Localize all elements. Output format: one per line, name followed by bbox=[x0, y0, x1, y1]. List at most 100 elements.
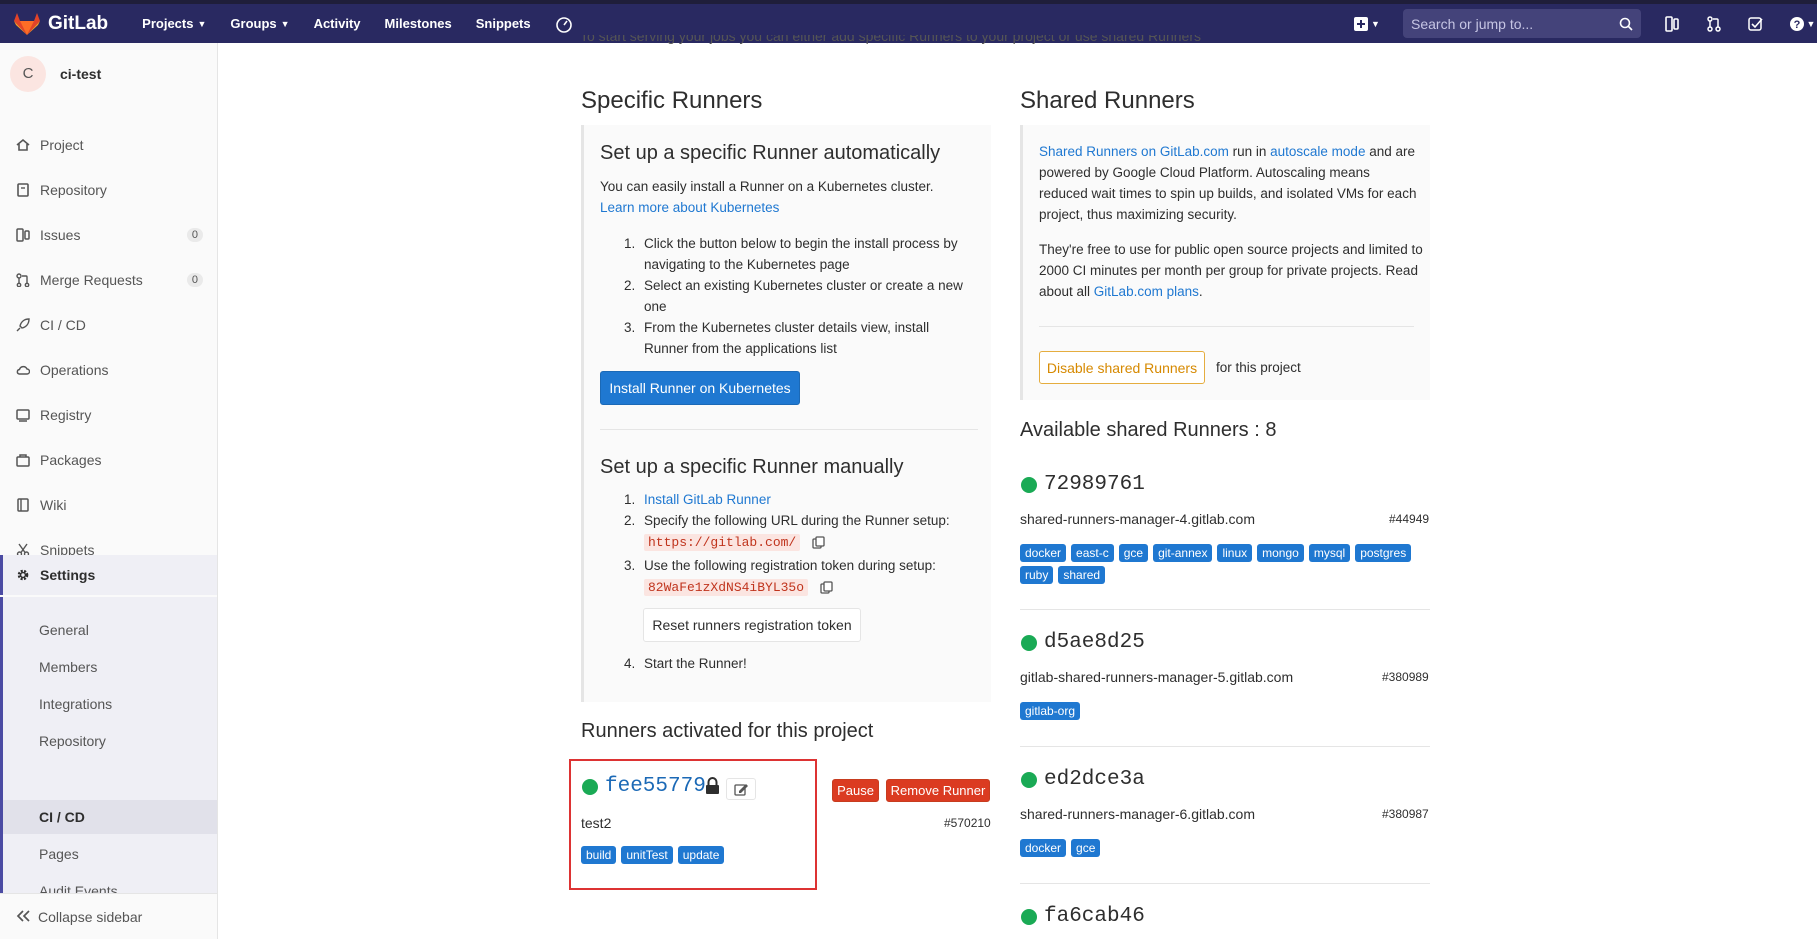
container-icon bbox=[15, 407, 31, 423]
gitlab-home-link[interactable]: GitLab bbox=[14, 12, 108, 36]
text-fragment: . bbox=[1198, 284, 1203, 299]
todos-nav-icon[interactable] bbox=[1745, 13, 1767, 35]
gitlab-plans-link[interactable]: GitLab.com plans bbox=[1094, 284, 1199, 299]
submenu-repository[interactable]: Repository bbox=[39, 731, 106, 751]
sidebar-item-label: Issues bbox=[40, 227, 81, 243]
list-item: 82WaFe1zXdNS4iBYL35o bbox=[624, 576, 976, 598]
edit-runner-button[interactable] bbox=[726, 778, 756, 800]
shared-runner-description: gitlab-shared-runners-manager-5.gitlab.c… bbox=[1020, 669, 1294, 685]
runner-tag: ruby bbox=[1020, 566, 1054, 584]
chevron-down-icon: ▼ bbox=[1806, 18, 1816, 29]
sidebar-project-header[interactable]: C ci-test bbox=[0, 43, 217, 104]
auto-setup-heading: Set up a specific Runner automatically bbox=[600, 142, 941, 164]
auto-setup-text: You can easily install a Runner on a Kub… bbox=[600, 176, 980, 218]
auto-setup-desc: You can easily install a Runner on a Kub… bbox=[600, 179, 934, 194]
merge-requests-nav-icon[interactable] bbox=[1703, 13, 1725, 35]
autoscale-mode-link[interactable]: autoscale mode bbox=[1270, 144, 1365, 159]
runner-tag: git-annex bbox=[1153, 544, 1213, 562]
disable-suffix-text: for this project bbox=[1216, 360, 1301, 375]
nav-groups[interactable]: Groups ▼ bbox=[230, 16, 289, 31]
runner-tag: update bbox=[677, 846, 725, 864]
runner-status-online-icon bbox=[1021, 772, 1037, 788]
submenu-members[interactable]: Members bbox=[39, 657, 97, 677]
runner-tag: linux bbox=[1217, 544, 1253, 562]
shared-runners-link[interactable]: Shared Runners on GitLab.com bbox=[1039, 144, 1229, 159]
shared-runner-description: shared-runners-manager-6.gitlab.com bbox=[1020, 806, 1255, 822]
new-item-icon[interactable]: ▼ bbox=[1351, 13, 1383, 35]
sidebar-item-wiki[interactable]: Wiki bbox=[0, 485, 217, 525]
step-text: Use the following registration token dur… bbox=[644, 558, 936, 573]
reset-registration-token-button[interactable]: Reset runners registration token bbox=[643, 608, 861, 642]
submenu-ci-cd[interactable]: CI / CD bbox=[39, 807, 85, 827]
divider bbox=[600, 429, 978, 430]
step-text: From the Kubernetes cluster details view… bbox=[644, 320, 930, 356]
brand-name: GitLab bbox=[48, 12, 109, 34]
nav-snippets[interactable]: Snippets bbox=[476, 16, 531, 31]
sidebar-item-issues[interactable]: Issues 0 bbox=[0, 215, 217, 255]
sidebar-item-merge-requests[interactable]: Merge Requests 0 bbox=[0, 260, 217, 300]
issues-icon bbox=[15, 227, 31, 243]
sidebar-item-settings[interactable]: Settings bbox=[0, 555, 217, 595]
disable-shared-runners-button[interactable]: Disable shared Runners bbox=[1039, 351, 1205, 384]
install-gitlab-runner-link[interactable]: Install GitLab Runner bbox=[644, 492, 771, 507]
sidebar-item-project[interactable]: Project bbox=[0, 125, 217, 165]
install-runner-kubernetes-button[interactable]: Install Runner on Kubernetes bbox=[600, 371, 800, 405]
runner-tag: mongo bbox=[1257, 544, 1304, 562]
sidebar-item-repository[interactable]: Repository bbox=[0, 170, 217, 210]
learn-kubernetes-link[interactable]: Learn more about Kubernetes bbox=[600, 200, 779, 215]
nav-activity[interactable]: Activity bbox=[314, 16, 361, 31]
merge-icon bbox=[15, 272, 31, 288]
activated-runner-id-link[interactable]: fee55779 bbox=[605, 775, 706, 798]
home-icon bbox=[15, 137, 31, 153]
list-item: 4. Start the Runner! bbox=[624, 656, 747, 671]
runner-tag: docker bbox=[1020, 544, 1067, 562]
nav-projects[interactable]: Projects ▼ bbox=[142, 16, 206, 31]
activated-runners-title: Runners activated for this project bbox=[581, 720, 874, 742]
divider bbox=[1020, 746, 1430, 747]
shared-runner-number: #44949 bbox=[1389, 512, 1430, 526]
doc-icon bbox=[15, 182, 31, 198]
runner-tag: gce bbox=[1071, 839, 1101, 857]
runner-tag: gitlab-org bbox=[1020, 702, 1081, 720]
shared-runner-tags: docker east-c gce git-annex linux mongo … bbox=[1020, 544, 1430, 588]
nav-projects-label: Projects bbox=[142, 16, 194, 31]
chevron-down-icon: ▼ bbox=[280, 18, 290, 29]
issues-nav-icon[interactable] bbox=[1661, 13, 1683, 35]
submenu-integrations[interactable]: Integrations bbox=[39, 694, 112, 714]
sidebar-item-label: Repository bbox=[40, 182, 107, 198]
submenu-pages[interactable]: Pages bbox=[39, 844, 79, 864]
copy-icon[interactable] bbox=[812, 536, 825, 549]
step-text: Specify the following URL during the Run… bbox=[644, 513, 950, 528]
sidebar-item-packages[interactable]: Packages bbox=[0, 440, 217, 480]
runner-tag: mysql bbox=[1308, 544, 1351, 562]
runner-tag: postgres bbox=[1355, 544, 1412, 562]
copy-icon[interactable] bbox=[820, 581, 833, 594]
shared-runner-id: fa6cab46 bbox=[1044, 905, 1145, 928]
nav-milestones[interactable]: Milestones bbox=[385, 16, 452, 31]
project-sidebar: C ci-test Project Repository Issues 0 Me… bbox=[0, 43, 218, 939]
sidebar-item-ci-cd[interactable]: CI / CD bbox=[0, 305, 217, 345]
search-icon bbox=[1619, 17, 1633, 31]
package-icon bbox=[15, 452, 31, 468]
submenu-general[interactable]: General bbox=[39, 620, 89, 640]
sidebar-item-label: Merge Requests bbox=[40, 272, 143, 288]
manual-step-4: 4. Start the Runner! bbox=[624, 653, 976, 674]
list-item: 2. Specify the following URL during the R… bbox=[624, 513, 950, 528]
list-item: 3. Use the following registration token d… bbox=[624, 558, 936, 573]
performance-bar-icon[interactable] bbox=[555, 15, 573, 33]
collapse-sidebar-button[interactable]: Collapse sidebar bbox=[0, 893, 217, 939]
activated-runner-number: #570210 bbox=[944, 816, 991, 830]
sidebar-item-operations[interactable]: Operations bbox=[0, 350, 217, 390]
nav-groups-label: Groups bbox=[230, 16, 277, 31]
search-box[interactable] bbox=[1403, 9, 1641, 38]
remove-runner-button[interactable]: Remove Runner bbox=[886, 779, 990, 802]
sidebar-item-registry[interactable]: Registry bbox=[0, 395, 217, 435]
help-icon[interactable]: ? ▼ bbox=[1787, 13, 1817, 35]
shared-runners-desc-2: They're free to use for public open sour… bbox=[1039, 239, 1429, 302]
activated-runner-description: test2 bbox=[581, 815, 612, 831]
shared-runners-box: Shared Runners on GitLab.com run in auto… bbox=[1020, 125, 1430, 400]
search-input[interactable] bbox=[1411, 15, 1611, 32]
shared-runners-desc-1: Shared Runners on GitLab.com run in auto… bbox=[1039, 141, 1419, 225]
runner-tag: build bbox=[581, 846, 617, 864]
pause-runner-button[interactable]: Pause bbox=[832, 779, 879, 802]
